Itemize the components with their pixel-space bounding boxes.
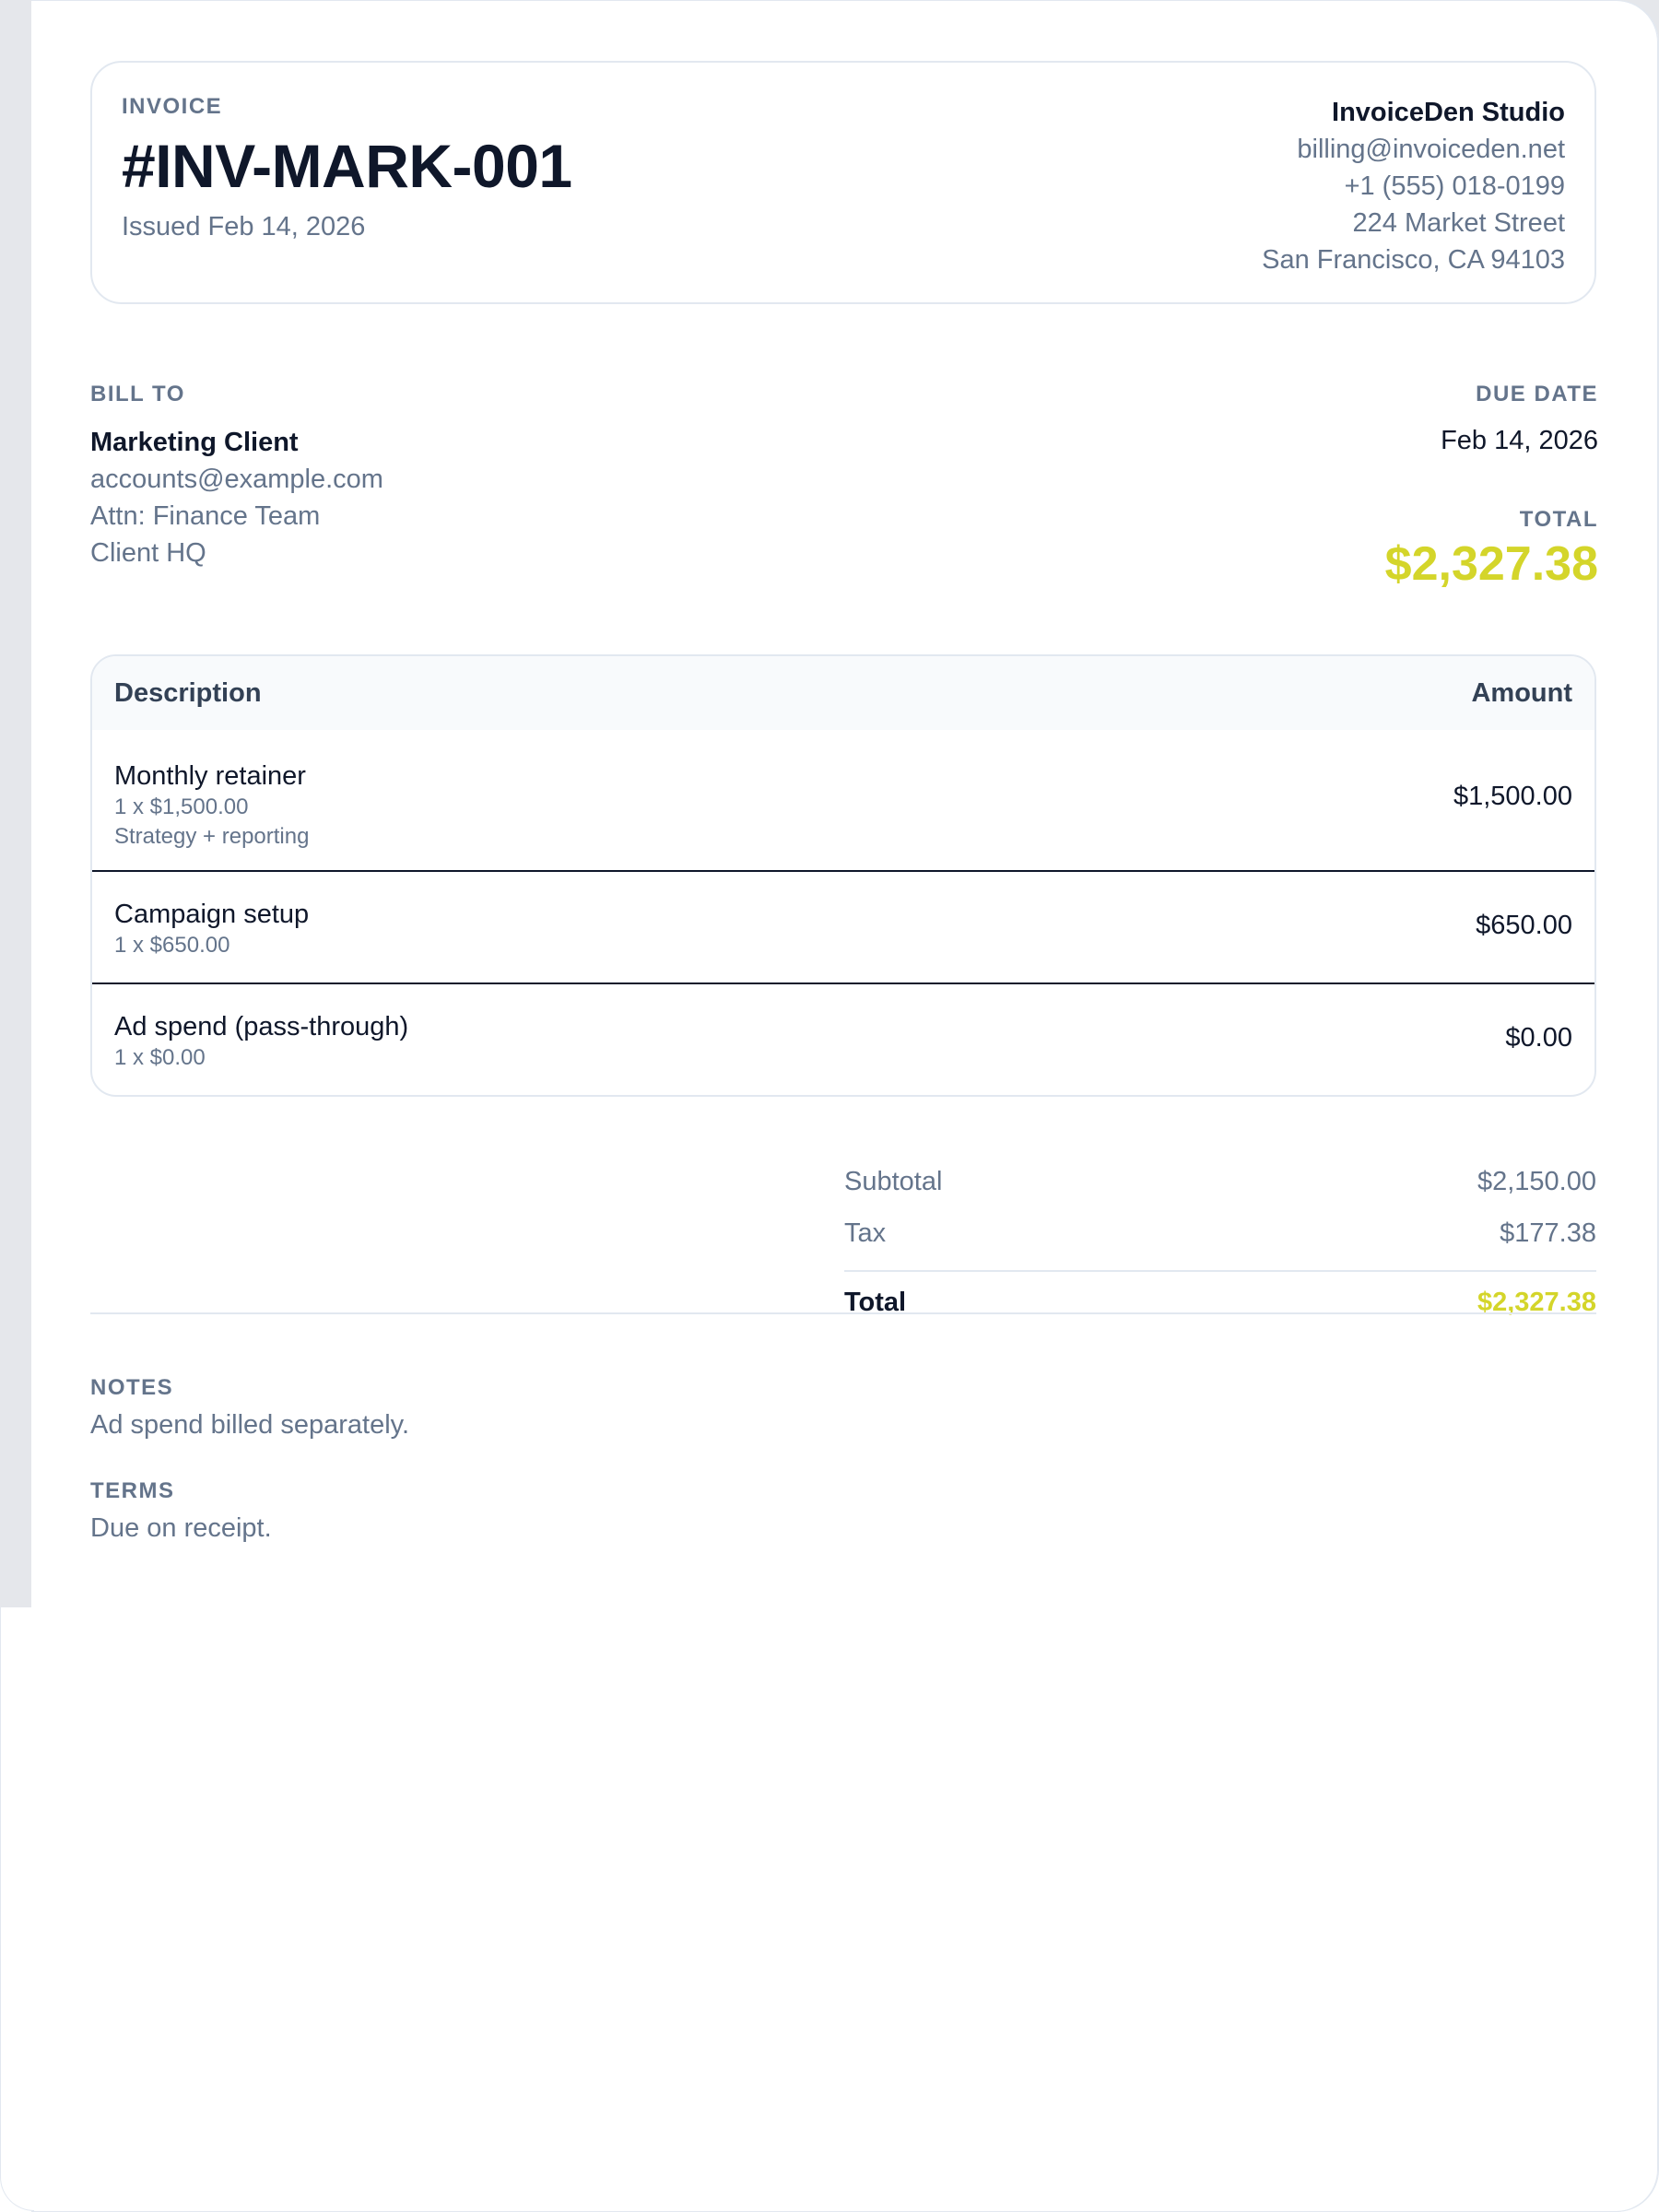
totals-summary: Subtotal $2,150.00 Tax $177.38 Total $2,…: [844, 1156, 1596, 1333]
total-label: TOTAL: [1519, 507, 1598, 532]
tax-value: $177.38: [1500, 1218, 1596, 1248]
issued-date: Issued Feb 14, 2026: [122, 212, 366, 241]
item-quantity: 1 x $1,500.00: [114, 794, 249, 819]
page-sheet-lower-left: [0, 1607, 34, 2211]
client-attn: Attn: Finance Team: [90, 501, 321, 531]
tax-label: Tax: [844, 1218, 887, 1248]
header-description: Description: [114, 677, 262, 708]
client-location: Client HQ: [90, 538, 206, 568]
item-amount: $1,500.00: [1453, 782, 1572, 811]
terms-label: TERMS: [90, 1478, 175, 1503]
total-row: Total $2,327.38: [844, 1270, 1596, 1333]
subtotal-label: Subtotal: [844, 1166, 943, 1196]
table-header: Description Amount: [92, 656, 1594, 730]
company-email: billing@invoiceden.net: [1297, 135, 1565, 164]
notes-label: NOTES: [90, 1375, 174, 1400]
terms-text: Due on receipt.: [90, 1513, 272, 1543]
item-title: Ad spend (pass-through): [114, 1012, 409, 1041]
total-amount: $2,327.38: [1384, 537, 1598, 591]
due-date-value: Feb 14, 2026: [1441, 426, 1598, 455]
invoice-label: INVOICE: [122, 94, 223, 119]
item-quantity: 1 x $650.00: [114, 933, 230, 958]
notes-text: Ad spend billed separately.: [90, 1410, 410, 1440]
item-quantity: 1 x $0.00: [114, 1045, 206, 1070]
table-row: Monthly retainer 1 x $1,500.00 Strategy …: [92, 730, 1594, 872]
table-row: Ad spend (pass-through) 1 x $0.00 $0.00: [92, 984, 1594, 1095]
header-amount: Amount: [1471, 677, 1572, 708]
item-amount: $650.00: [1476, 911, 1572, 940]
company-city: San Francisco, CA 94103: [1262, 245, 1565, 275]
client-name: Marketing Client: [90, 428, 299, 457]
item-title: Campaign setup: [114, 900, 310, 929]
company-name: InvoiceDen Studio: [1332, 98, 1565, 127]
company-phone: +1 (555) 018-0199: [1344, 171, 1565, 201]
company-info: InvoiceDen Studio billing@invoiceden.net…: [1262, 94, 1565, 278]
subtotal-value: $2,150.00: [1477, 1166, 1596, 1196]
bill-to-label: BILL TO: [90, 382, 185, 406]
company-street: 224 Market Street: [1352, 208, 1566, 238]
subtotal-row: Subtotal $2,150.00: [844, 1156, 1596, 1207]
invoice-number: #INV-MARK-001: [122, 132, 572, 200]
item-note: Strategy + reporting: [114, 824, 310, 849]
bill-to-block: Marketing Client accounts@example.com At…: [90, 424, 383, 571]
invoice-header-card: INVOICE #INV-MARK-001 Issued Feb 14, 202…: [90, 61, 1596, 304]
table-row: Campaign setup 1 x $650.00 $650.00: [92, 872, 1594, 984]
item-amount: $0.00: [1505, 1023, 1572, 1053]
divider: [90, 1312, 1596, 1314]
item-title: Monthly retainer: [114, 761, 306, 791]
page-sheet: [31, 0, 1658, 2212]
left-gutter: [0, 0, 31, 1607]
tax-row: Tax $177.38: [844, 1207, 1596, 1259]
due-date-label: DUE DATE: [1476, 382, 1598, 406]
client-email: accounts@example.com: [90, 465, 383, 494]
line-items-table: Description Amount Monthly retainer 1 x …: [90, 654, 1596, 1097]
